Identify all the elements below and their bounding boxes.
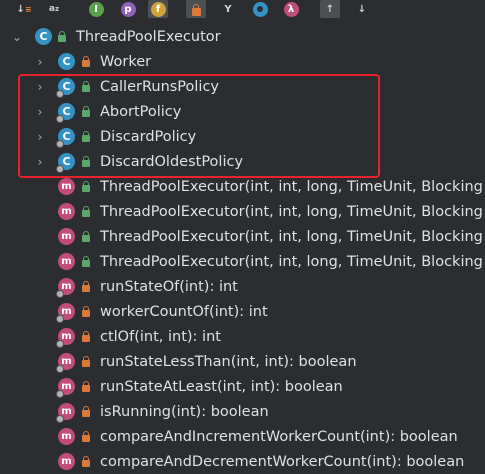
tree-label: ThreadPoolExecutor(int, int, long, TimeU… (100, 178, 483, 195)
tree-row-method[interactable]: m workerCountOf(int): int (0, 299, 485, 324)
private-lock-icon (82, 406, 90, 417)
vertical-scrollbar[interactable] (477, 22, 485, 463)
private-lock-icon (82, 306, 90, 317)
static-marker-icon (56, 415, 64, 423)
tree-row-method[interactable]: m ctlOf(int, int): int (0, 324, 485, 349)
private-lock-icon (82, 281, 90, 292)
sort-alpha-icon[interactable]: az (44, 0, 64, 18)
private-lock-icon (82, 431, 90, 442)
show-inherited-icon[interactable]: I (86, 0, 106, 18)
autoscroll-from-source-icon[interactable]: ↓ (352, 0, 372, 18)
private-lock-icon (82, 56, 90, 67)
static-marker-icon (56, 340, 64, 348)
tree-row-root[interactable]: ⌄ C ThreadPoolExecutor (0, 24, 485, 49)
tree-row-method[interactable]: m ThreadPoolExecutor(int, int, long, Tim… (0, 174, 485, 199)
tree-label: runStateLessThan(int, int): boolean (100, 353, 357, 370)
static-marker-icon (56, 390, 64, 398)
class-icon: C (58, 53, 75, 70)
tree-label: isRunning(int): boolean (100, 403, 269, 420)
static-marker-icon (56, 315, 64, 323)
tree-label: compareAndDecrementWorkerCount(int): boo… (100, 453, 465, 470)
autoscroll-to-source-icon[interactable]: ↑ (320, 0, 340, 18)
private-lock-icon (82, 381, 90, 392)
tree-row-method[interactable]: m runStateOf(int): int (0, 274, 485, 299)
tree-label: ThreadPoolExecutor(int, int, long, TimeU… (100, 203, 483, 220)
public-lock-icon (82, 256, 90, 267)
tree-label: ThreadPoolExecutor(int, int, long, TimeU… (100, 228, 483, 245)
tree-row-method[interactable]: m isRunning(int): boolean (0, 399, 485, 424)
structure-toolbar: ↓ ≡ az I p f Y λ ↑ ↓ (0, 0, 485, 22)
public-lock-icon (82, 206, 90, 217)
tree-row-method[interactable]: m ThreadPoolExecutor(int, int, long, Tim… (0, 199, 485, 224)
tree-label: compareAndIncrementWorkerCount(int): boo… (100, 428, 458, 445)
tree-row-class[interactable]: › C Worker (0, 49, 485, 74)
show-lambdas-icon[interactable]: Y (218, 0, 238, 18)
show-non-public-icon[interactable] (186, 0, 206, 18)
tree-label: ctlOf(int, int): int (100, 328, 221, 345)
show-anonymous-icon[interactable] (250, 0, 270, 18)
chevron-down-icon[interactable]: ⌄ (11, 30, 23, 44)
tree-row-method[interactable]: m compareAndIncrementWorkerCount(int): b… (0, 424, 485, 449)
method-icon: m (58, 453, 75, 470)
private-lock-icon (82, 356, 90, 367)
tree-label: ThreadPoolExecutor(int, int, long, TimeU… (100, 253, 483, 270)
red-highlight-box (18, 74, 380, 178)
method-icon: m (58, 253, 75, 270)
sort-visibility-icon[interactable]: ↓ ≡ (14, 0, 34, 18)
tree-row-method[interactable]: m runStateLessThan(int, int): boolean (0, 349, 485, 374)
tree-row-method[interactable]: m runStateAtLeast(int, int): boolean (0, 374, 485, 399)
tree-label: Worker (100, 53, 152, 70)
tree-row-method[interactable]: m ThreadPoolExecutor(int, int, long, Tim… (0, 224, 485, 249)
show-lambda-icon[interactable]: λ (281, 0, 301, 18)
show-fields-icon[interactable]: f (148, 0, 168, 18)
tree-label: workerCountOf(int): int (100, 303, 268, 320)
method-icon: m (58, 178, 75, 195)
tree-row-method[interactable]: m ThreadPoolExecutor(int, int, long, Tim… (0, 249, 485, 274)
class-icon: C (35, 28, 52, 45)
private-lock-icon (82, 456, 90, 467)
static-marker-icon (56, 290, 64, 298)
method-icon: m (58, 203, 75, 220)
tree-label: ThreadPoolExecutor (76, 28, 221, 45)
tree-row-method[interactable]: m compareAndDecrementWorkerCount(int): b… (0, 449, 485, 474)
static-marker-icon (56, 365, 64, 373)
public-lock-icon (58, 31, 66, 42)
tree-label: runStateOf(int): int (100, 278, 238, 295)
tree-label: runStateAtLeast(int, int): boolean (100, 378, 343, 395)
chevron-right-icon[interactable]: › (34, 55, 46, 69)
method-icon: m (58, 428, 75, 445)
public-lock-icon (82, 181, 90, 192)
private-lock-icon (82, 331, 90, 342)
public-lock-icon (82, 231, 90, 242)
show-properties-icon[interactable]: p (118, 0, 138, 18)
method-icon: m (58, 228, 75, 245)
